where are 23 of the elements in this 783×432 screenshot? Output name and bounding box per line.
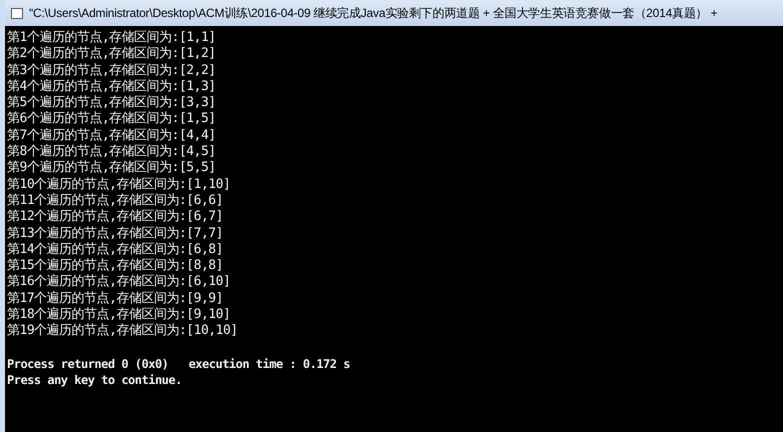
console-line: 第5个遍历的节点,存储区间为:[3,3] xyxy=(7,95,216,111)
console-line: 第11个遍历的节点,存储区间为:[6,6] xyxy=(7,192,223,209)
console-line: Process returned 0 (0x0) execution time : 0.172 s xyxy=(7,356,350,372)
console-line: 第8个遍历的节点,存储区间为:[4,5] xyxy=(7,144,216,160)
console-line: 第2个遍历的节点,存储区间为:[1,2] xyxy=(7,46,216,63)
console-line: 第4个遍历的节点,存储区间为:[1,3] xyxy=(7,78,216,95)
console-line: 第19个遍历的节点,存储区间为:[10,10] xyxy=(7,323,238,340)
console-line: 第7个遍历的节点,存储区间为:[4,4] xyxy=(7,128,216,144)
console-line: 第18个遍历的节点,存储区间为:[9,10] xyxy=(7,307,230,323)
console-line: 第17个遍历的节点,存储区间为:[9,9] xyxy=(7,290,223,307)
console-line: 第9个遍历的节点,存储区间为:[5,5] xyxy=(7,160,216,177)
console-line: Press any key to continue. xyxy=(7,372,182,389)
console-line: 第15个遍历的节点,存储区间为:[8,8] xyxy=(7,258,223,274)
window-title: "C:\Users\Administrator\Desktop\ACM训练\2016-04-09 继续完成Java实验剩下的两道题 + 全国大学生英语竞赛做一套（2014真题） + xyxy=(29,5,718,22)
console-line: 第6个遍历的节点,存储区间为:[1,5] xyxy=(7,111,216,128)
console-line: 第3个遍历的节点,存储区间为:[2,2] xyxy=(7,62,216,79)
console-window-icon xyxy=(11,8,23,18)
console-line: 第16个遍历的节点,存储区间为:[6,10] xyxy=(7,274,230,291)
console-line: 第14个遍历的节点,存储区间为:[6,8] xyxy=(7,242,223,258)
console-line: 第13个遍历的节点,存储区间为:[7,7] xyxy=(7,226,223,242)
console-line: 第10个遍历的节点,存储区间为:[1,10] xyxy=(7,176,230,193)
console-line: 第1个遍历的节点,存储区间为:[1,1] xyxy=(7,30,216,46)
console-line: 第12个遍历的节点,存储区间为:[6,7] xyxy=(7,209,223,226)
